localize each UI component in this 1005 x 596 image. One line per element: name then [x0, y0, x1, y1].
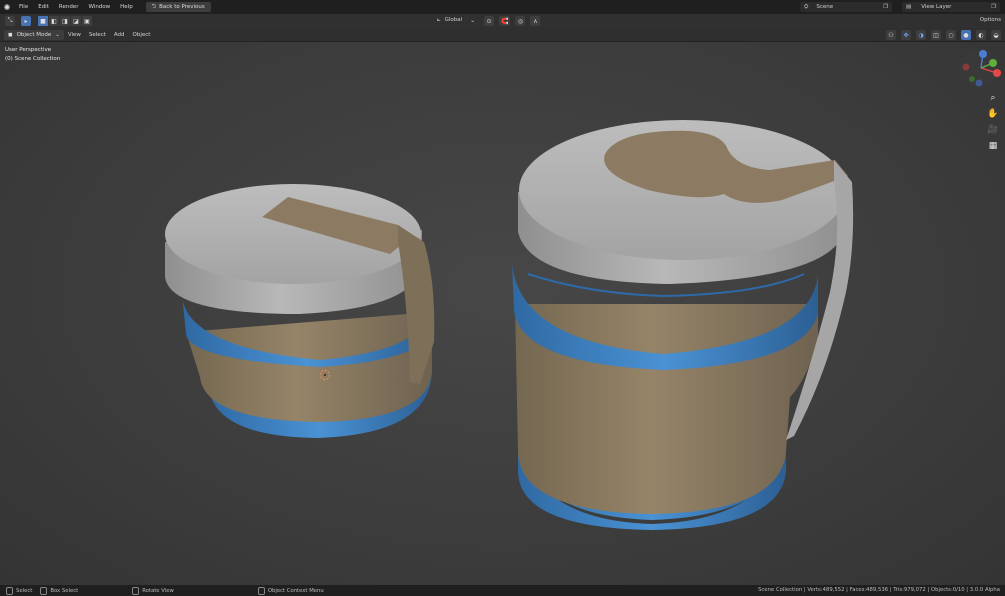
chevron-down-icon: ⌄: [470, 16, 476, 24]
view-layer-name: View Layer: [921, 4, 952, 10]
select-new-icon[interactable]: ■: [38, 16, 48, 26]
viewport-header: ◼ Object Mode ⌄ View Select Add Object ⚇…: [0, 28, 1005, 42]
selection-mode-group: ■ ◧ ◨ ◪ ▣: [37, 16, 92, 26]
menu-window[interactable]: Window: [83, 0, 115, 14]
proportional-edit-icon[interactable]: ◎: [515, 16, 526, 26]
status-rotate-view: Rotate View: [132, 586, 174, 595]
menu-render[interactable]: Render: [54, 0, 84, 14]
back-to-previous-button[interactable]: ⮌ Back to Previous: [145, 2, 211, 12]
gizmo-neg-x-icon[interactable]: [962, 63, 970, 71]
menu-edit[interactable]: Edit: [33, 0, 54, 14]
snap-icon[interactable]: 🧲: [499, 16, 511, 26]
wireframe-shading-icon[interactable]: ○: [946, 30, 956, 40]
orientation-icon: ⟀: [437, 16, 441, 23]
material-shading-icon[interactable]: ◐: [976, 30, 986, 40]
chevron-down-icon: ⌄: [55, 31, 60, 38]
overlay-toggle-icon[interactable]: ◑: [916, 30, 926, 40]
mouse-middle-icon: [132, 586, 140, 595]
object-mode-icon: ◼: [8, 31, 13, 38]
select-tool-icon[interactable]: ▸: [21, 16, 31, 26]
large-jar[interactable]: [512, 120, 854, 530]
small-jar-label: [186, 312, 432, 422]
select-extend-icon[interactable]: ◧: [49, 16, 59, 26]
header-menu-view[interactable]: View: [64, 32, 85, 38]
viewport-shading-group: ⚇ ✥ ◑ ◫ ○ ● ◐ ◒: [884, 30, 1001, 40]
view-layer-selector[interactable]: ▤ View Layer ❐: [902, 2, 1000, 12]
pan-hand-icon[interactable]: ✋: [986, 108, 1000, 120]
status-bar: Select Box Select Rotate View Object Con…: [0, 585, 1005, 596]
top-menu-bar: ✺ File Edit Render Window Help ⮌ Back to…: [0, 0, 1005, 14]
header-menu-select[interactable]: Select: [85, 32, 110, 38]
menu-file[interactable]: File: [14, 0, 33, 14]
tool-settings-bar: ⤡ ▸ ■ ◧ ◨ ◪ ▣ ⟀ Global ⌄ ⊙ 🧲 ◎ ∧ Options: [0, 14, 1005, 28]
small-jar[interactable]: [165, 184, 435, 438]
header-menu-add[interactable]: Add: [110, 32, 129, 38]
mouse-drag-icon: [40, 586, 48, 595]
ortho-grid-icon[interactable]: ▦: [986, 140, 1000, 152]
scene-selector[interactable]: ⛭ Scene ❐: [800, 2, 892, 12]
back-arrow-icon: ⮌: [151, 3, 157, 10]
zoom-icon[interactable]: ⌕: [986, 92, 1000, 104]
object-mode-label: Object Mode: [16, 31, 52, 38]
solid-shading-icon[interactable]: ●: [961, 30, 971, 40]
scene-icon: ⛭: [804, 3, 809, 10]
viewport-navigation: ⌕ ✋ 🎥 ▦: [985, 92, 1001, 152]
xray-toggle-icon[interactable]: ◫: [931, 30, 941, 40]
header-menu-object[interactable]: Object: [129, 32, 155, 38]
orientation-label: Global: [444, 17, 463, 23]
back-to-previous-label: Back to Previous: [159, 4, 205, 10]
3d-viewport[interactable]: User Perspective (0) Scene Collection ⌕ …: [0, 42, 1005, 585]
blender-logo-icon[interactable]: ✺: [0, 0, 14, 14]
navigation-gizmo[interactable]: [957, 46, 1001, 90]
transform-orientation[interactable]: ⟀ Global ⌄: [437, 16, 475, 24]
visibility-icon[interactable]: ⚇: [886, 30, 896, 40]
falloff-icon[interactable]: ∧: [530, 16, 541, 26]
select-subtract-icon[interactable]: ◨: [60, 16, 70, 26]
gizmo-y-icon[interactable]: [989, 59, 997, 67]
gizmo-neg-z-icon[interactable]: [975, 79, 983, 87]
object-mode-dropdown[interactable]: ◼ Object Mode ⌄: [4, 29, 64, 40]
scene-name: Scene: [816, 4, 834, 10]
3d-cursor-center: [324, 374, 326, 376]
view-layer-icon: ▤: [906, 4, 912, 10]
gizmo-toggle-icon[interactable]: ✥: [901, 30, 911, 40]
select-intersect-icon[interactable]: ▣: [82, 16, 92, 26]
scene-statistics: Scene Collection | Verts:489,552 | Faces…: [758, 587, 1000, 593]
menu-help[interactable]: Help: [115, 0, 138, 14]
options-dropdown[interactable]: Options: [980, 17, 1001, 23]
status-select: Select: [6, 586, 32, 595]
rendered-shading-icon[interactable]: ◒: [991, 30, 1001, 40]
scene-render: [165, 120, 854, 530]
pivot-point-icon[interactable]: ⊙: [484, 16, 494, 26]
snapping-group: ⊙ 🧲 ◎ ∧: [482, 16, 541, 26]
transform-pivot-icon[interactable]: ⤡: [5, 16, 15, 26]
select-invert-icon[interactable]: ◪: [71, 16, 81, 26]
mouse-right-icon: [257, 586, 265, 595]
gizmo-neg-y-icon[interactable]: [969, 76, 975, 82]
status-box-select: Box Select: [40, 586, 78, 595]
mouse-left-icon: [6, 586, 13, 595]
gizmo-z-icon[interactable]: [979, 50, 987, 58]
copy-scene-icon[interactable]: ❐: [883, 4, 888, 10]
gizmo-x-icon[interactable]: [993, 69, 1001, 77]
copy-view-layer-icon[interactable]: ❐: [991, 4, 996, 10]
status-context-menu: Object Context Menu: [257, 586, 324, 595]
camera-view-icon[interactable]: 🎥: [986, 124, 1000, 136]
